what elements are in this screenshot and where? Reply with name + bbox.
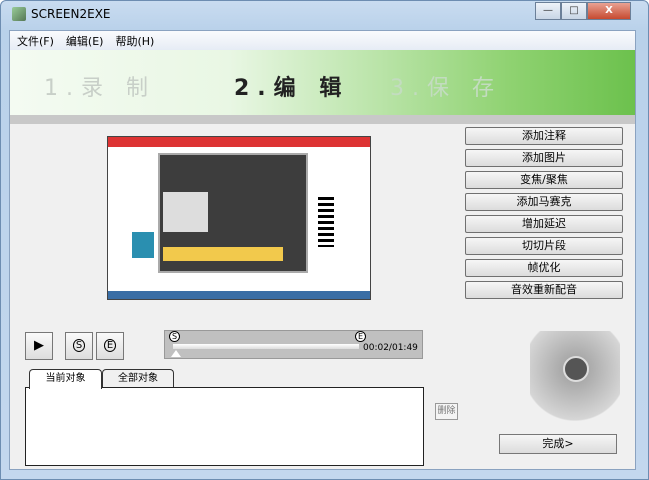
menu-edit[interactable]: 编辑(E)	[66, 33, 104, 49]
frame-optimize-button[interactable]: 帧优化	[465, 259, 623, 277]
zoom-focus-button[interactable]: 变焦/聚焦	[465, 171, 623, 189]
add-mosaic-button[interactable]: 添加马赛克	[465, 193, 623, 211]
separator	[10, 115, 635, 124]
cut-segment-button[interactable]: 切切片段	[465, 237, 623, 255]
redub-audio-button[interactable]: 音效重新配音	[465, 281, 623, 299]
set-end-marker-button[interactable]: E	[96, 332, 124, 360]
timeline-end-marker[interactable]: E	[355, 331, 367, 342]
close-button[interactable]: X	[587, 2, 631, 20]
menu-help[interactable]: 帮助(H)	[115, 33, 154, 49]
minimize-button[interactable]: —	[535, 2, 561, 20]
end-marker-icon: E	[103, 339, 117, 352]
timeline-start-marker[interactable]: S	[169, 331, 181, 342]
video-preview	[107, 136, 371, 300]
app-icon	[12, 7, 26, 21]
app-window: SCREEN2EXE — □ X 文件(F) 编辑(E) 帮助(H) 1.录 制…	[0, 0, 649, 480]
tab-current-objects[interactable]: 当前对象	[29, 369, 102, 389]
timeline[interactable]: S E 00:02/01:49	[164, 330, 423, 359]
add-delay-button[interactable]: 增加延迟	[465, 215, 623, 233]
window-title: SCREEN2EXE	[31, 7, 111, 21]
step-record[interactable]: 1.录 制	[44, 70, 156, 102]
timeline-track	[173, 344, 359, 349]
menu-file[interactable]: 文件(F)	[17, 33, 54, 49]
finish-button[interactable]: 完成>	[499, 434, 617, 454]
set-start-marker-button[interactable]: S	[65, 332, 93, 360]
maximize-button[interactable]: □	[561, 2, 587, 20]
start-marker-icon: S	[72, 339, 86, 352]
delete-button[interactable]: 删除	[435, 403, 458, 420]
playhead[interactable]	[171, 350, 181, 357]
play-button[interactable]: ▶	[25, 332, 53, 360]
time-readout: 00:02/01:49	[363, 343, 418, 353]
menu-bar: 文件(F) 编辑(E) 帮助(H)	[10, 31, 635, 50]
play-cube-icon	[563, 356, 589, 382]
step-save[interactable]: 3.保 存	[390, 70, 502, 102]
add-annotation-button[interactable]: 添加注释	[465, 127, 623, 145]
object-list[interactable]	[25, 387, 424, 466]
step-banner: 1.录 制 2.编 辑 3.保 存	[10, 50, 635, 115]
add-image-button[interactable]: 添加图片	[465, 149, 623, 167]
tab-all-objects[interactable]: 全部对象	[102, 369, 174, 388]
step-edit[interactable]: 2.编 辑	[234, 70, 349, 102]
client-area: 文件(F) 编辑(E) 帮助(H) 1.录 制 2.编 辑 3.保 存 添加注释…	[9, 30, 636, 470]
